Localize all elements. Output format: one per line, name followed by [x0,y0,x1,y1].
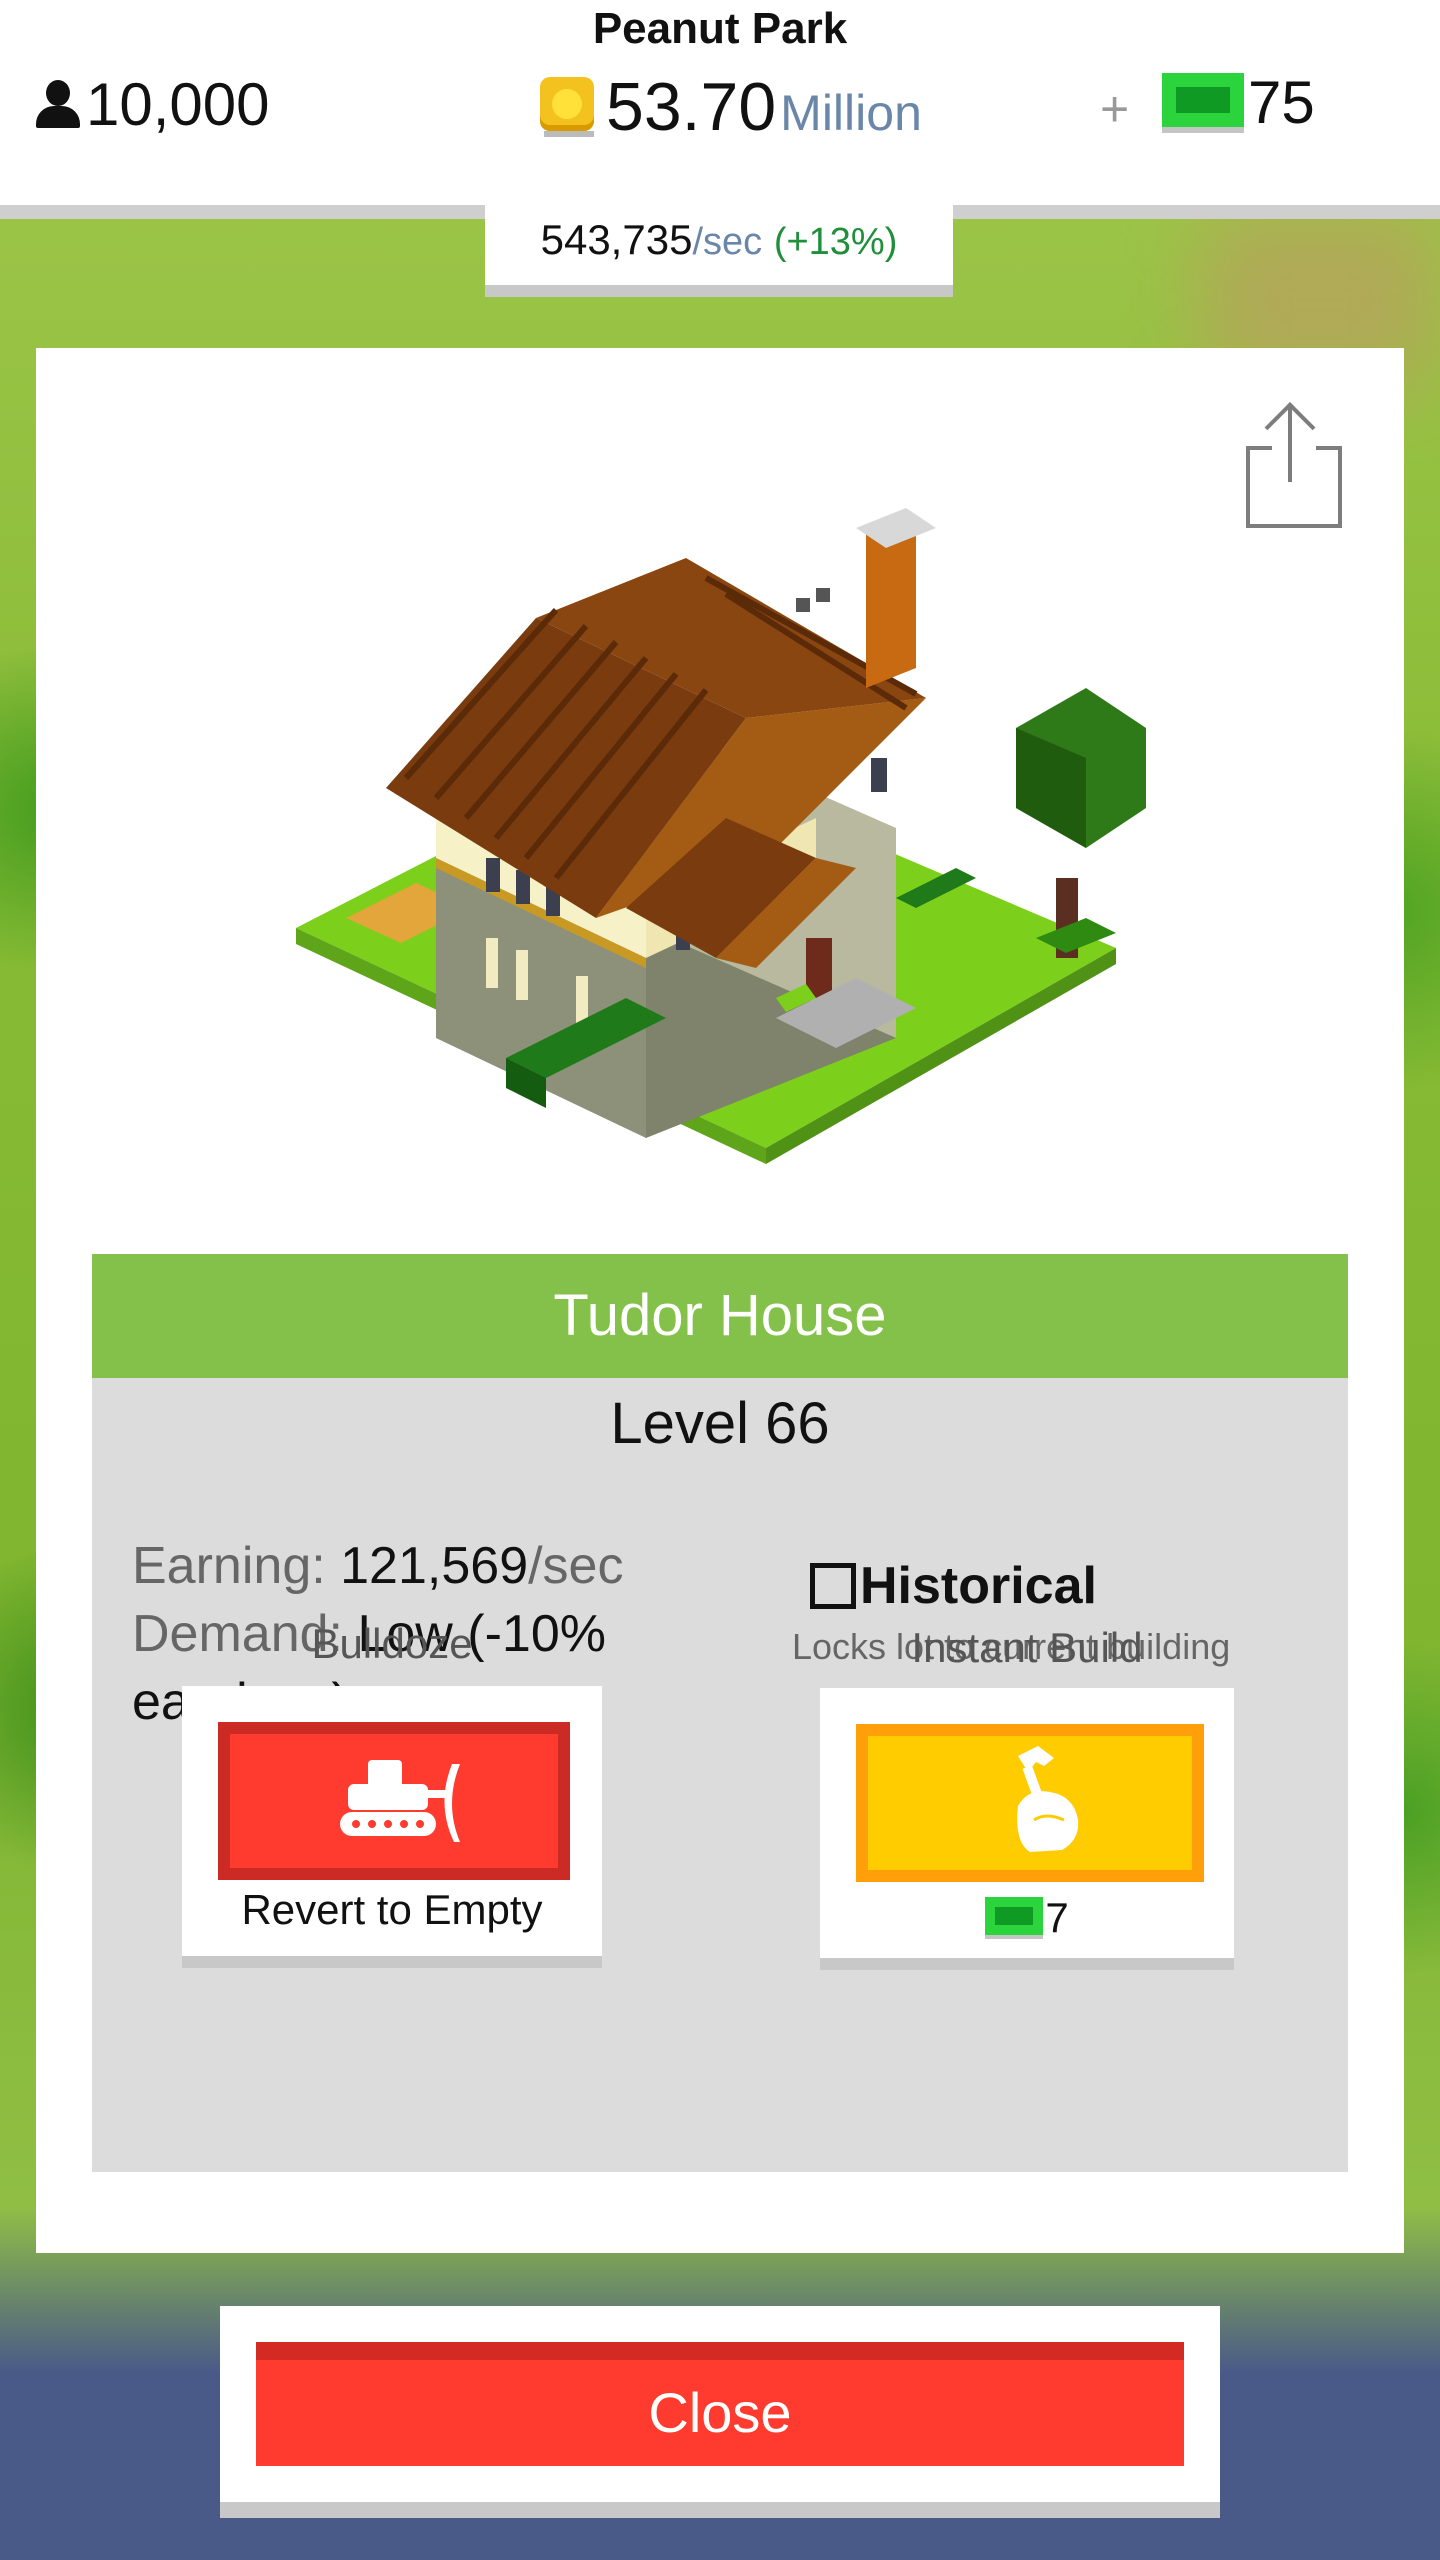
close-button-container: Close [220,2306,1220,2518]
cash-value: 75 [1248,69,1315,136]
instant-build-cost-value: 7 [1045,1894,1069,1941]
income-bonus: (+13%) [773,221,898,263]
instant-build-cost: 7 [820,1894,1234,1942]
building-info-card: Tudor House Level 66 Earning: 121,569/se… [36,348,1404,2253]
income-rate-tab: 543,735/sec (+13%) [485,205,953,285]
building-level: Level 66 [610,1391,830,1456]
bulldoze-button[interactable]: Revert to Empty [182,1686,602,1956]
building-name: Tudor House [92,1254,1348,1378]
instant-build-button[interactable]: 7 [820,1688,1234,1958]
building-illustration [296,508,1146,1164]
income-value: 543,735 [540,216,693,263]
close-button[interactable]: Close [256,2342,1184,2466]
cash-counter[interactable]: 75 [1162,68,1315,137]
earning-unit: /sec [528,1537,624,1595]
bulldozer-icon [340,1760,460,1842]
cash-icon [985,1897,1044,1939]
checkbox-icon[interactable] [810,1563,856,1609]
earning-value: 121,569 [340,1537,529,1595]
population-value: 10,000 [86,71,270,138]
buy-cash-button[interactable]: + [1100,80,1129,138]
population-counter: 10,000 [36,70,270,139]
park-name: Peanut Park [592,4,848,53]
historical-label: Historical [860,1557,1097,1615]
building-details-panel: Tudor House Level 66 Earning: 121,569/se… [92,1254,1348,2172]
earning-label: Earning: [132,1537,326,1595]
share-icon[interactable] [1242,400,1346,532]
bulldoze-label: Revert to Empty [241,1886,543,1933]
money-unit: Million [780,85,922,141]
income-unit: /sec [692,221,763,263]
hammer-hand-icon [1017,1746,1079,1852]
coin-icon [540,77,594,137]
instant-build-title: Instant Build [911,1624,1143,1671]
top-bar: Peanut Park 10,000 53.70 Million + 75 [0,0,1440,205]
cash-icon [1162,72,1244,133]
money-counter: 53.70 Million [540,68,922,146]
money-value: 53.70 [606,69,777,145]
bulldoze-title: Bulldoze [311,1620,473,1667]
person-icon [36,79,80,130]
